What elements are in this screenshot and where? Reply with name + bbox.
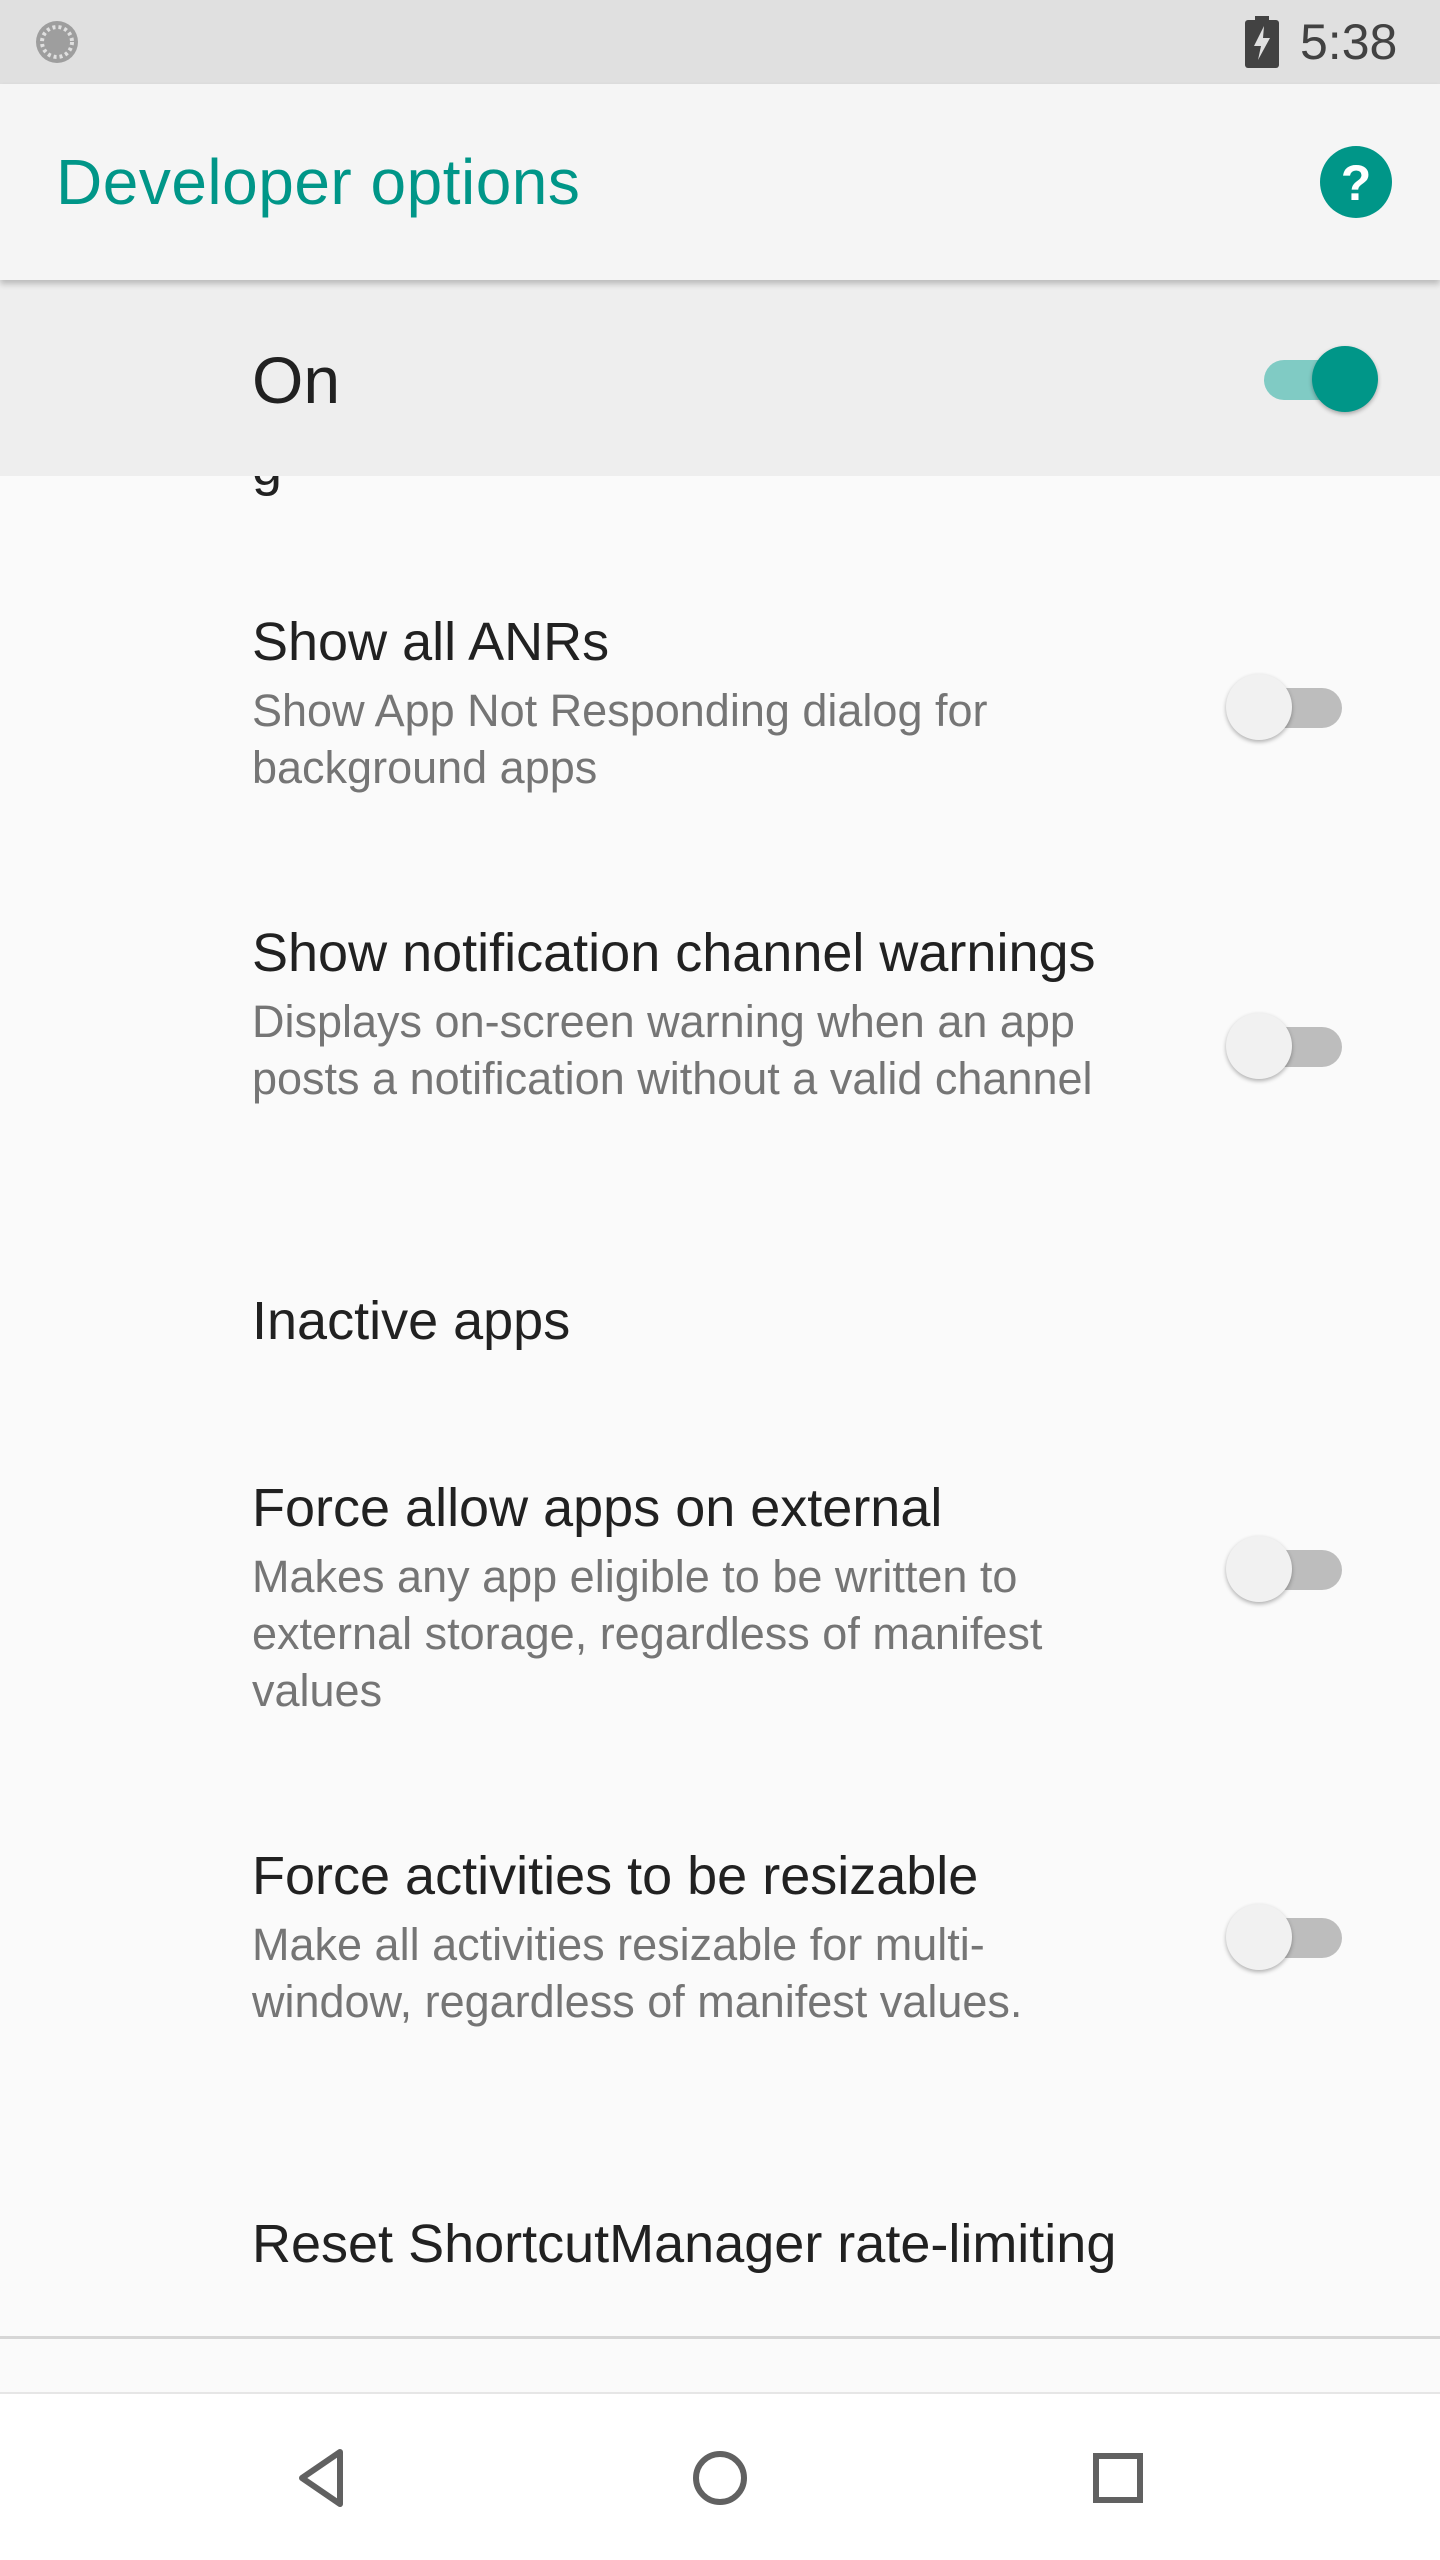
back-icon[interactable] <box>278 2434 366 2522</box>
setting-force-allow-external[interactable]: Force allow apps on external Makes any a… <box>0 1476 1440 1736</box>
setting-reset-shortcutmanager[interactable]: Reset ShortcutManager rate-limiting <box>0 2212 1440 2302</box>
switch-thumb <box>1226 674 1292 740</box>
app-bar: Developer options ? <box>0 84 1440 280</box>
setting-title: Force activities to be resizable <box>252 1846 979 1906</box>
settings-list: g Show all ANRs Show App Not Responding … <box>0 476 1440 2336</box>
setting-summary: Displays on-screen warning when an app p… <box>252 996 1093 1104</box>
setting-summary: Show App Not Responding dialog for backg… <box>252 685 988 793</box>
help-icon[interactable]: ? <box>1316 142 1396 222</box>
setting-show-all-anrs[interactable]: Show all ANRs Show App Not Responding di… <box>0 610 1440 810</box>
switch-thumb <box>1226 1536 1292 1602</box>
setting-toggle-switch[interactable] <box>1226 1005 1350 1085</box>
switch-thumb <box>1226 1904 1292 1970</box>
setting-summary: Make all activities resizable for multi-… <box>252 1919 1023 2027</box>
master-switch-label: On <box>252 343 341 417</box>
master-toggle-switch[interactable] <box>1254 338 1378 418</box>
status-bar: 5:38 <box>0 0 1440 84</box>
setting-summary: Makes any app eligible to be written to … <box>252 1551 1043 1716</box>
setting-title: Reset ShortcutManager rate-limiting <box>252 2214 1117 2274</box>
switch-thumb <box>1312 346 1378 412</box>
setting-toggle-switch[interactable] <box>1226 666 1350 746</box>
recents-icon[interactable] <box>1074 2434 1162 2522</box>
svg-text:?: ? <box>1341 155 1372 211</box>
setting-toggle-switch[interactable] <box>1226 1528 1350 1608</box>
clipped-previous-item: g <box>252 476 282 498</box>
setting-title: Inactive apps <box>252 1291 571 1351</box>
loading-spinner-icon <box>36 21 78 63</box>
setting-force-resizable[interactable]: Force activities to be resizable Make al… <box>0 1844 1440 2104</box>
setting-title: Show notification channel warnings <box>252 923 1096 983</box>
master-switch-bar[interactable]: On <box>0 280 1440 476</box>
list-divider <box>0 2336 1440 2339</box>
switch-thumb <box>1226 1013 1292 1079</box>
battery-charging-icon <box>1245 16 1279 68</box>
setting-notification-channel-warnings[interactable]: Show notification channel warnings Displ… <box>0 921 1440 1181</box>
page-title: Developer options <box>56 146 581 218</box>
setting-toggle-switch[interactable] <box>1226 1896 1350 1976</box>
navigation-bar <box>0 2392 1440 2560</box>
status-time: 5:38 <box>1300 14 1398 70</box>
setting-inactive-apps[interactable]: Inactive apps <box>0 1289 1440 1379</box>
home-icon[interactable] <box>676 2434 764 2522</box>
screen: 5:38 Developer options ? On g Show all A… <box>0 0 1440 2560</box>
setting-title: Show all ANRs <box>252 612 610 672</box>
setting-title: Force allow apps on external <box>252 1478 943 1538</box>
